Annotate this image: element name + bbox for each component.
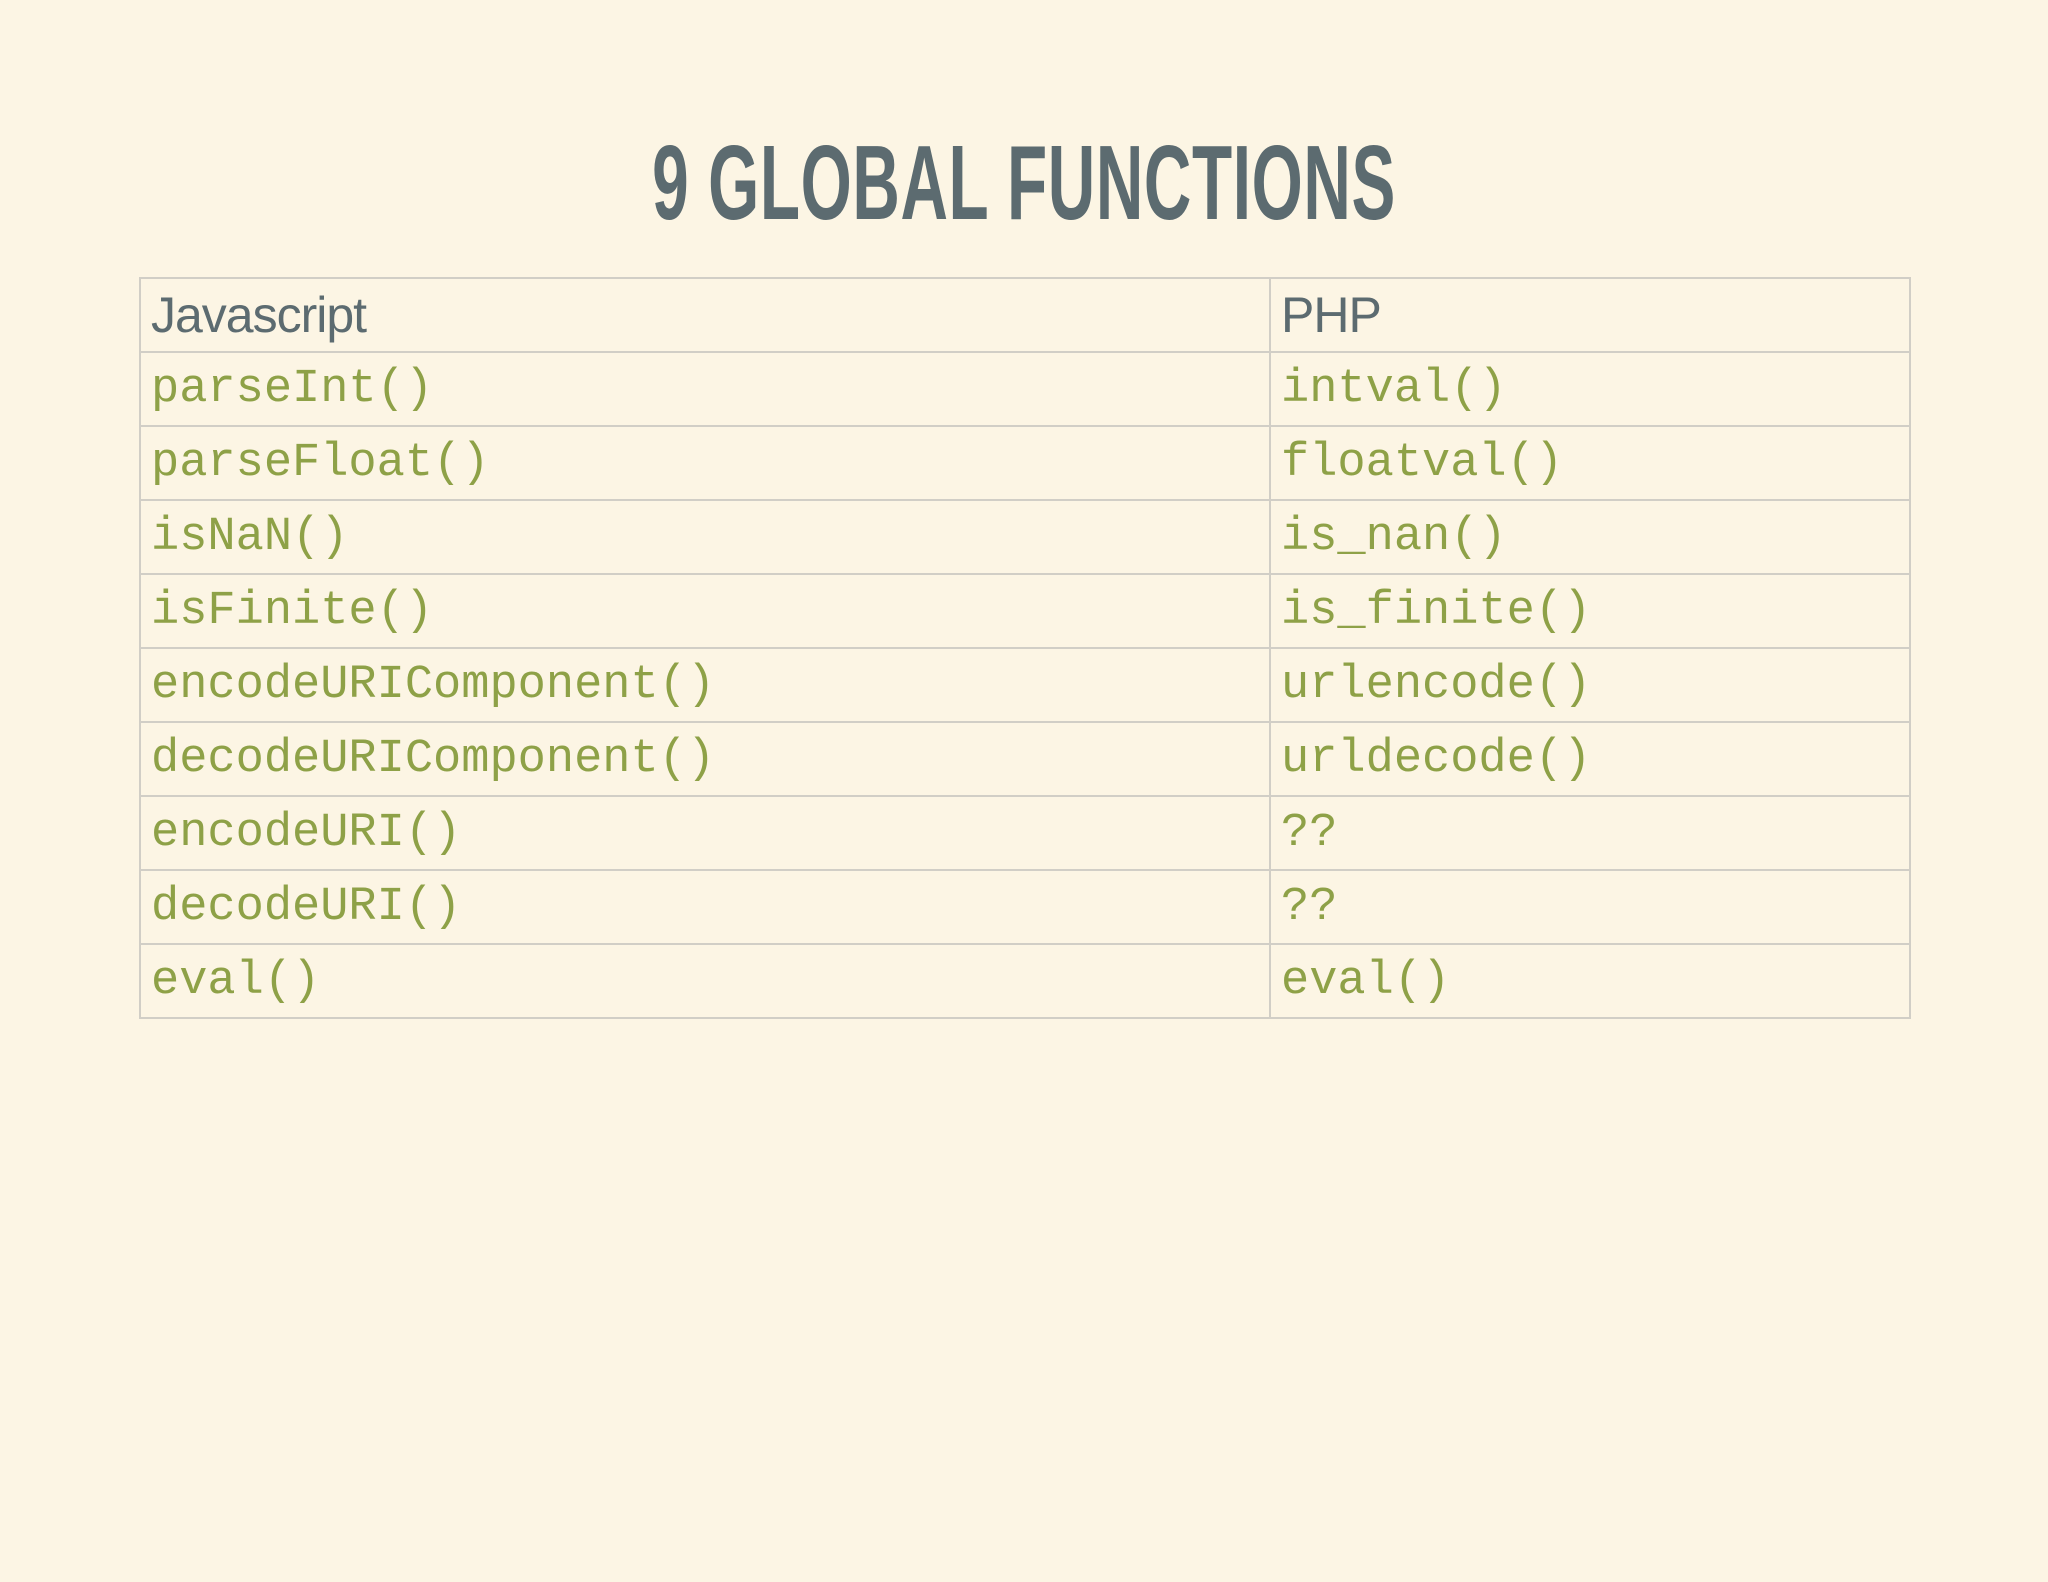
table-row: decodeURI() ?? xyxy=(139,869,1911,945)
js-function-cell: isFinite() xyxy=(139,573,1271,649)
php-function-cell: urlencode() xyxy=(1269,647,1911,723)
php-function-cell: intval() xyxy=(1269,351,1911,427)
table-row: isFinite() is_finite() xyxy=(139,573,1911,649)
php-function-cell: eval() xyxy=(1269,943,1911,1019)
header-php: PHP xyxy=(1269,277,1911,353)
js-function-cell: encodeURIComponent() xyxy=(139,647,1271,723)
table-row: parseFloat() floatval() xyxy=(139,425,1911,501)
table-row: encodeURI() ?? xyxy=(139,795,1911,871)
php-function-cell: is_nan() xyxy=(1269,499,1911,575)
table-row: isNaN() is_nan() xyxy=(139,499,1911,575)
js-function-cell: eval() xyxy=(139,943,1271,1019)
php-function-cell: is_finite() xyxy=(1269,573,1911,649)
slide-title: 9 GLOBAL FUNCTIONS xyxy=(652,124,1396,242)
js-function-cell: parseInt() xyxy=(139,351,1271,427)
table-header-row: Javascript PHP xyxy=(139,277,1911,353)
table-row: decodeURIComponent() urldecode() xyxy=(139,721,1911,797)
table-row: parseInt() intval() xyxy=(139,351,1911,427)
php-function-cell: floatval() xyxy=(1269,425,1911,501)
table-row: encodeURIComponent() urlencode() xyxy=(139,647,1911,723)
js-function-cell: encodeURI() xyxy=(139,795,1271,871)
header-javascript: Javascript xyxy=(139,277,1271,353)
php-function-cell: ?? xyxy=(1269,869,1911,945)
php-function-cell: urldecode() xyxy=(1269,721,1911,797)
js-function-cell: decodeURI() xyxy=(139,869,1271,945)
functions-table: Javascript PHP parseInt() intval() parse… xyxy=(139,277,1911,1019)
php-function-cell: ?? xyxy=(1269,795,1911,871)
js-function-cell: isNaN() xyxy=(139,499,1271,575)
js-function-cell: decodeURIComponent() xyxy=(139,721,1271,797)
table-row: eval() eval() xyxy=(139,943,1911,1019)
js-function-cell: parseFloat() xyxy=(139,425,1271,501)
